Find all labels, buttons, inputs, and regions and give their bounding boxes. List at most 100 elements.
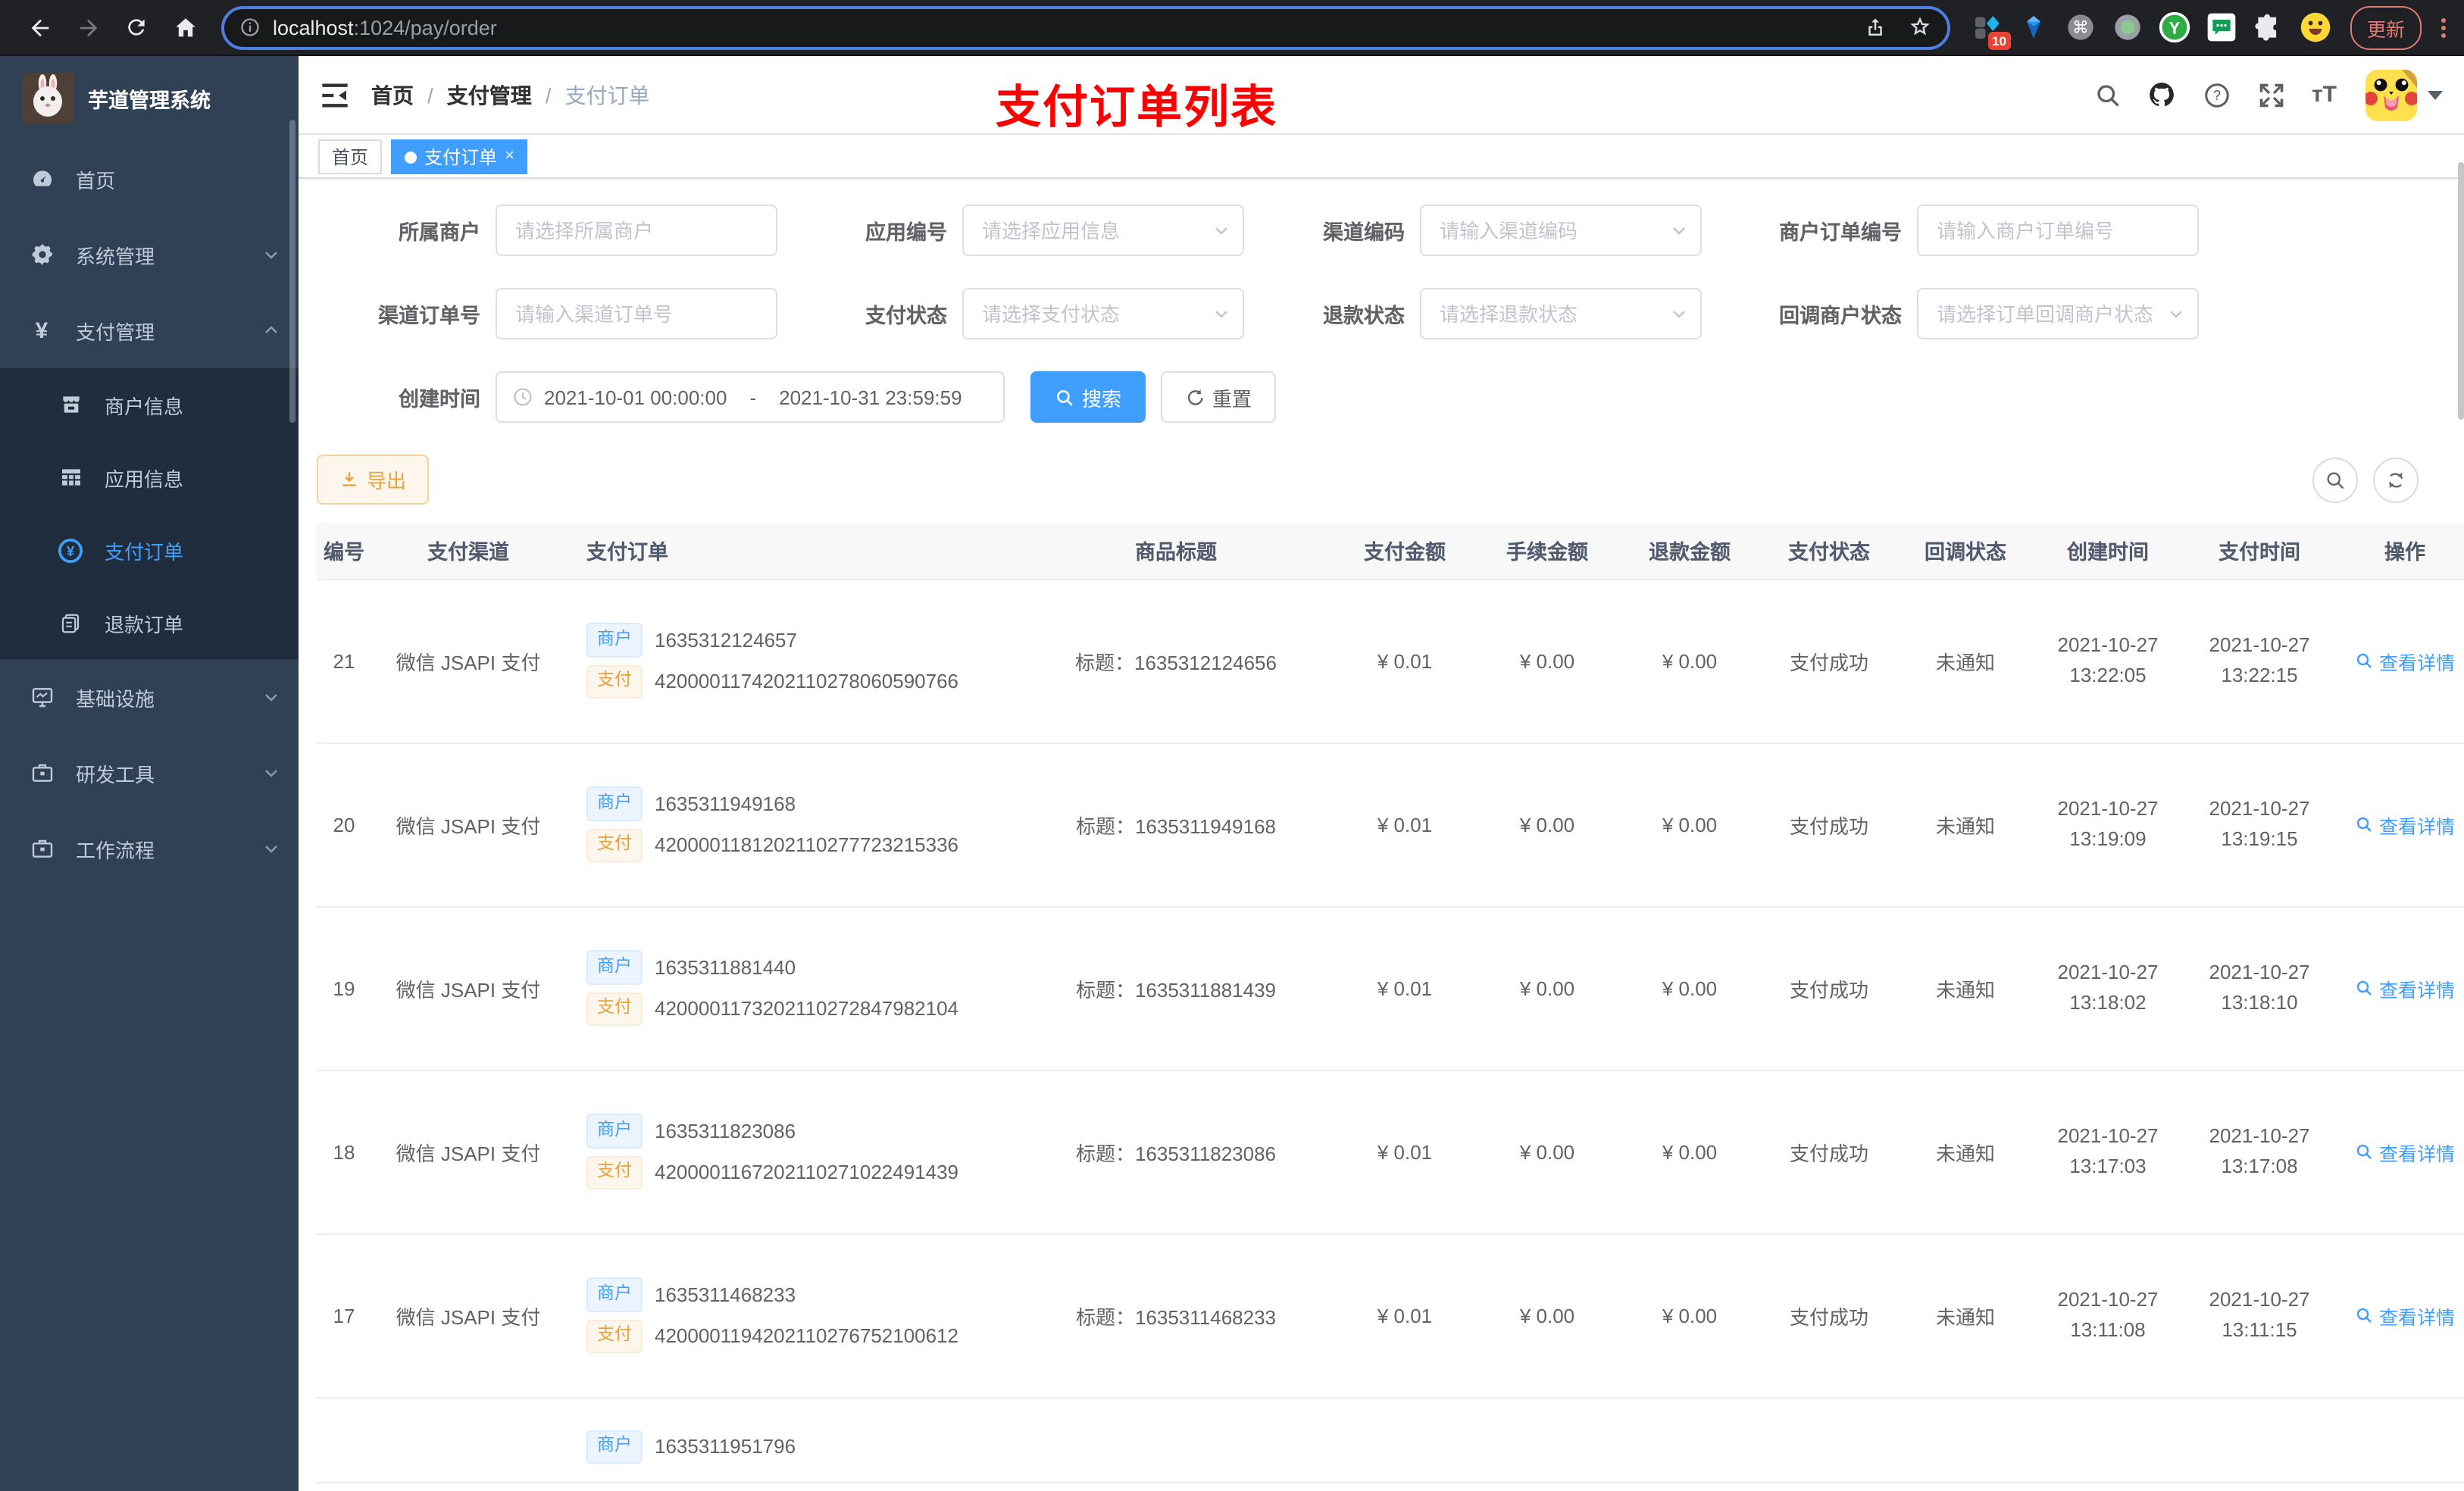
tag-label: 支付订单 xyxy=(424,147,498,168)
view-detail-link[interactable]: 查看详情 xyxy=(2355,810,2455,839)
toggle-search-button[interactable] xyxy=(2312,457,2358,502)
sidebar-item-infra[interactable]: 基础设施 xyxy=(0,659,299,735)
browser-back-button[interactable] xyxy=(20,8,59,47)
refund-status-select[interactable] xyxy=(1420,288,1702,339)
sidebar-item-devtools[interactable]: 研发工具 xyxy=(0,735,299,811)
merchant-order-no-input[interactable] xyxy=(1917,205,2199,256)
app-input[interactable] xyxy=(962,205,1244,256)
merchant-order-no-field[interactable] xyxy=(1917,205,2199,256)
bookmark-star-icon[interactable] xyxy=(1908,15,1932,39)
yen-icon: ¥ xyxy=(35,317,48,343)
order-number: 4200001167202110271022491439 xyxy=(655,1161,959,1184)
tag-label: 首页 xyxy=(332,147,369,168)
refresh-table-button[interactable] xyxy=(2373,457,2419,502)
fullscreen-icon[interactable] xyxy=(2257,80,2286,109)
font-size-icon[interactable]: ᴛT xyxy=(2312,82,2337,108)
view-detail-link[interactable]: 查看详情 xyxy=(2355,646,2455,675)
cell-title: 标题：1635311823086 xyxy=(1017,1070,1335,1234)
sidebar-item-merchant-info[interactable]: 商户信息 xyxy=(0,368,299,441)
sidebar-collapse-icon[interactable] xyxy=(320,80,350,110)
tag-pay-order[interactable]: 支付订单 × xyxy=(391,139,528,174)
refund-status-input[interactable] xyxy=(1420,288,1702,339)
extension-record-icon[interactable] xyxy=(2109,9,2146,45)
table-header-cell: 操作 xyxy=(2335,523,2464,580)
app-logo-row[interactable]: 芋道管理系统 xyxy=(0,56,299,141)
help-icon[interactable]: ? xyxy=(2203,80,2231,109)
notify-status-select[interactable] xyxy=(1917,288,2199,339)
date-range-picker[interactable]: 2021-10-01 00:00:00 - 2021-10-31 23:59:5… xyxy=(496,371,1005,423)
order-number: 1635311949168 xyxy=(655,792,796,815)
cell-pay-status: 支付成功 xyxy=(1759,1070,1899,1234)
channel-order-no-field[interactable] xyxy=(496,288,777,339)
cell-paid-time: 2021-10-27 13:17:08 xyxy=(2184,1070,2335,1234)
view-detail-link[interactable]: 查看详情 xyxy=(2355,1137,2455,1166)
sidebar-item-refund-order[interactable]: 退款订单 xyxy=(0,586,299,659)
date-start[interactable]: 2021-10-01 00:00:00 xyxy=(544,386,727,408)
channel-order-no-input[interactable] xyxy=(496,288,777,339)
reset-button[interactable]: 重置 xyxy=(1161,371,1277,423)
view-detail-link[interactable]: 查看详情 xyxy=(2355,1301,2455,1330)
monitor-icon xyxy=(29,684,55,710)
extension-chat-icon[interactable] xyxy=(2203,9,2240,45)
sidebar-item-home[interactable]: 首页 xyxy=(0,141,299,217)
tag-home[interactable]: 首页 xyxy=(318,139,383,174)
merchant-input[interactable] xyxy=(496,205,777,256)
app-select[interactable] xyxy=(962,205,1244,256)
extension-y-icon[interactable]: Y xyxy=(2156,9,2193,45)
avatar[interactable] xyxy=(2366,69,2417,120)
table-header-cell: 支付订单 xyxy=(565,523,1017,580)
sidebar-submenu-pay: 商户信息 应用信息 ¥ 支付订单 退款订单 xyxy=(0,368,299,659)
tag-close-icon[interactable]: × xyxy=(505,148,514,165)
cell-id: 19 xyxy=(317,906,371,1071)
pay-status-select[interactable] xyxy=(962,288,1244,339)
pay-status-input[interactable] xyxy=(962,288,1244,339)
merchant-select[interactable] xyxy=(496,205,777,256)
gear-icon xyxy=(29,242,55,267)
sidebar-item-app-info[interactable]: 应用信息 xyxy=(0,441,299,514)
date-end[interactable]: 2021-10-31 23:59:59 xyxy=(779,386,962,408)
browser-home-button[interactable] xyxy=(165,8,205,47)
cell-title: 标题：1635312124656 xyxy=(1017,579,1335,743)
address-bar[interactable]: localhost:1024/pay/order xyxy=(221,5,1950,49)
table-header-cell: 支付金额 xyxy=(1335,523,1474,580)
github-icon[interactable] xyxy=(2148,80,2177,109)
view-detail-link[interactable]: 查看详情 xyxy=(2355,974,2455,1002)
cell-title: 标题：1635311468233 xyxy=(1017,1233,1335,1398)
sidebar-item-pay[interactable]: ¥ 支付管理 xyxy=(0,292,299,368)
chrome-update-button[interactable]: 更新 xyxy=(2350,5,2422,49)
channel-code-select[interactable] xyxy=(1420,205,1702,256)
sidebar-item-system[interactable]: 系统管理 xyxy=(0,217,299,292)
home-icon xyxy=(175,17,195,36)
user-menu[interactable] xyxy=(2366,69,2443,120)
yen-circle-icon: ¥ xyxy=(58,537,83,563)
page-scrollbar[interactable] xyxy=(2458,162,2464,420)
header-search-icon[interactable] xyxy=(2093,80,2122,109)
breadcrumb-home[interactable]: 首页 xyxy=(371,80,414,110)
browser-forward-button[interactable] xyxy=(68,8,108,47)
extension-emoji-icon[interactable] xyxy=(2297,9,2334,45)
table-header-cell: 支付时间 xyxy=(2184,523,2335,580)
search-button[interactable]: 搜索 xyxy=(1030,371,1146,423)
sidebar-scrollbar[interactable] xyxy=(289,120,295,423)
cell-created-time: 2021-10-27 13:22:05 xyxy=(2032,579,2184,743)
active-dot xyxy=(405,151,417,163)
extension-command-icon[interactable]: ⌘ xyxy=(2062,9,2099,45)
order-type-tag: 商户 xyxy=(586,950,643,984)
chrome-menu-button[interactable] xyxy=(2441,17,2446,37)
extension-gem-icon[interactable] xyxy=(2015,9,2052,45)
table-cell xyxy=(2335,1397,2464,1483)
sidebar-item-workflow[interactable]: 工作流程 xyxy=(0,811,299,886)
svg-text:⌘: ⌘ xyxy=(2072,19,2089,38)
browser-reload-button[interactable] xyxy=(117,8,156,47)
notify-status-input[interactable] xyxy=(1917,288,2199,339)
extension-puzzle-icon[interactable] xyxy=(2250,9,2287,45)
sidebar-item-pay-order[interactable]: ¥ 支付订单 xyxy=(0,514,299,586)
filter-label: 所属商户 xyxy=(399,221,480,244)
channel-code-input[interactable] xyxy=(1420,205,1702,256)
breadcrumb-pay[interactable]: 支付管理 xyxy=(447,80,532,110)
table-header-row: 编号 支付渠道 支付订单 商品标题 支付金额 手续金额 退款金额 支付状态 回调状态 创建时间 支付… xyxy=(317,523,2464,580)
cell-created-time: 2021-10-27 13:19:09 xyxy=(2032,742,2184,907)
export-button[interactable]: 导出 xyxy=(317,455,430,505)
share-icon[interactable] xyxy=(1864,16,1887,39)
extension-grid-icon[interactable]: 10 xyxy=(1968,9,2011,50)
